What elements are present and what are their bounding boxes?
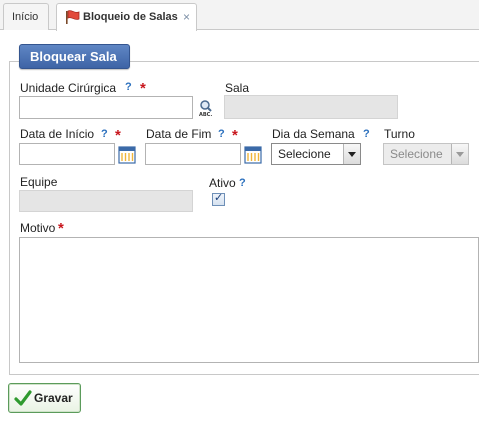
data-inicio-label: Data de Início <box>20 127 95 141</box>
gravar-button[interactable]: Gravar <box>8 383 81 413</box>
ativo-label: Ativo <box>209 176 236 190</box>
data-fim-label: Data de Fim <box>146 127 212 141</box>
gravar-label: Gravar <box>34 391 73 405</box>
sala-label: Sala <box>225 81 250 95</box>
unidade-cirurgica-input[interactable] <box>19 96 193 119</box>
ativo-help-icon[interactable]: ? <box>239 177 246 189</box>
tab-bloqueio-label: Bloqueio de Salas <box>83 11 178 23</box>
data-fim-required-icon: * <box>232 127 238 144</box>
search-lookup-icon[interactable]: ABC. <box>198 99 216 117</box>
motivo-required-icon: * <box>58 220 64 237</box>
checkmark-icon: ✓ <box>214 192 224 204</box>
unidade-help-icon[interactable]: ? <box>125 81 132 93</box>
calendar-icon[interactable] <box>118 146 136 164</box>
equipe-input <box>19 190 193 212</box>
motivo-textarea[interactable] <box>19 237 479 363</box>
dia-semana-label: Dia da Semana <box>272 127 355 141</box>
check-icon <box>14 390 32 406</box>
chevron-down-icon <box>343 144 360 164</box>
turno-value: Selecione <box>390 147 443 161</box>
svg-text:ABC.: ABC. <box>199 112 212 117</box>
data-inicio-help-icon[interactable]: ? <box>101 128 108 140</box>
tab-strip: Início Bloqueio de Salas × <box>0 0 479 31</box>
turno-label: Turno <box>384 127 415 141</box>
tab-bloqueio-de-salas[interactable]: Bloqueio de Salas × <box>56 3 197 31</box>
calendar-icon[interactable] <box>244 146 262 164</box>
equipe-label: Equipe <box>20 175 58 189</box>
unidade-cirurgica-label: Unidade Cirúrgica <box>20 81 117 95</box>
data-inicio-input[interactable] <box>19 143 115 165</box>
dia-semana-select[interactable]: Selecione <box>271 143 361 165</box>
close-tab-icon[interactable]: × <box>183 4 190 30</box>
motivo-label: Motivo <box>20 221 56 235</box>
data-fim-help-icon[interactable]: ? <box>218 128 225 140</box>
fieldset-legend: Bloquear Sala <box>19 44 130 69</box>
turno-select: Selecione <box>383 143 469 165</box>
ativo-checkbox[interactable]: ✓ <box>212 192 225 206</box>
flag-icon <box>66 10 80 24</box>
data-fim-input[interactable] <box>145 143 241 165</box>
tab-inicio-label: Início <box>12 11 39 23</box>
dia-semana-help-icon[interactable]: ? <box>363 128 370 140</box>
data-inicio-required-icon: * <box>115 127 121 144</box>
dia-semana-value: Selecione <box>278 147 331 161</box>
unidade-required-icon: * <box>140 80 146 97</box>
chevron-down-icon <box>451 144 468 164</box>
sala-input <box>224 95 398 119</box>
tab-inicio[interactable]: Início <box>3 3 49 30</box>
